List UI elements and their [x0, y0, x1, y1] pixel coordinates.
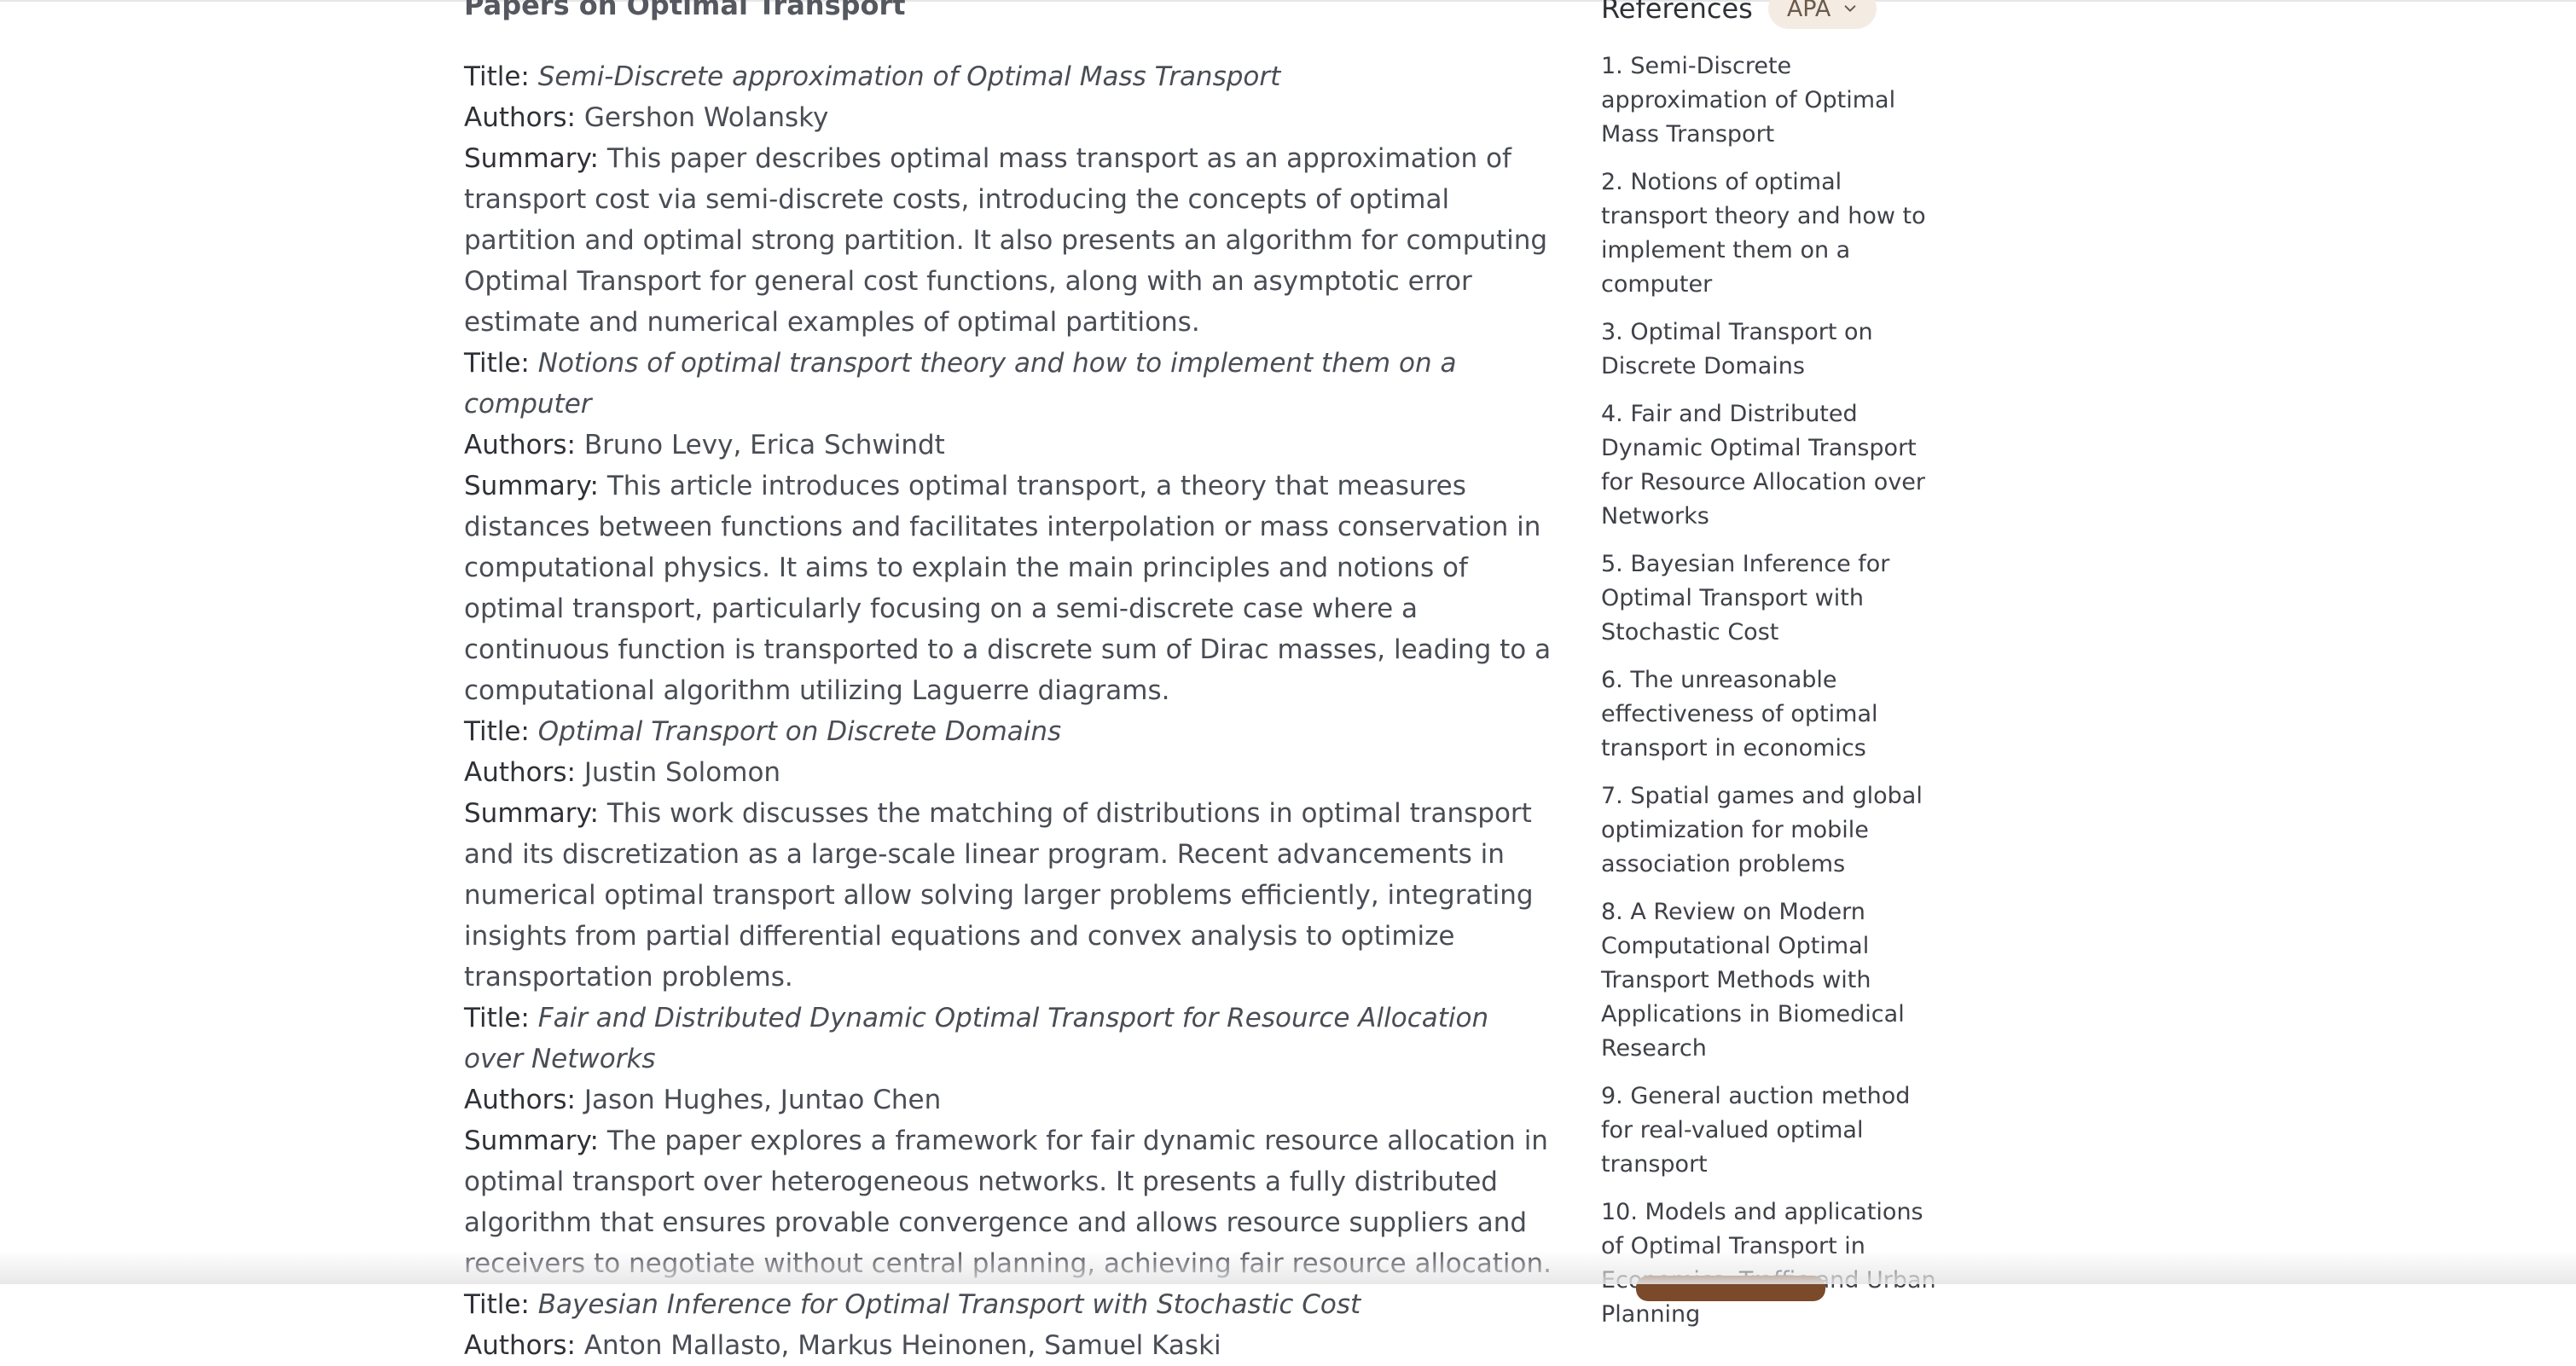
paper-entry: Title: Notions of optimal transport theo…: [464, 343, 1556, 711]
paper-entry: Title: Bayesian Inference for Optimal Tr…: [464, 1284, 1556, 1366]
paper-authors: Bruno Levy, Erica Schwindt: [583, 430, 945, 460]
reference-item[interactable]: 5. Bayesian Inference for Optimal Transp…: [1601, 547, 1947, 650]
authors-label: Authors:: [464, 1085, 576, 1115]
main-content: Papers on Optimal Transport Title: Semi-…: [464, 0, 1556, 1366]
authors-label: Authors:: [464, 757, 576, 788]
paper-authors-line: Authors: Anton Mallasto, Markus Heinonen…: [464, 1325, 1556, 1366]
paper-summary: This paper describes optimal mass transp…: [464, 143, 1548, 338]
paper-authors-line: Authors: Gershon Wolansky: [464, 97, 1556, 138]
reference-item[interactable]: 10. Models and applications of Optimal T…: [1601, 1195, 1947, 1332]
references-panel: References APA 1. Semi-Discrete approxim…: [1601, 0, 1947, 1346]
chevron-down-icon: [1844, 5, 1856, 12]
title-label: Title:: [464, 1289, 530, 1320]
reference-item[interactable]: 3. Optimal Transport on Discrete Domains: [1601, 315, 1947, 384]
paper-summary: This work discusses the matching of dist…: [464, 798, 1534, 993]
paper-authors-line: Authors: Justin Solomon: [464, 752, 1556, 793]
citation-style-value: APA: [1786, 0, 1831, 22]
paper-title-line: Title: Optimal Transport on Discrete Dom…: [464, 711, 1556, 752]
paper-summary: The paper explores a framework for fair …: [464, 1126, 1552, 1279]
paper-entry: Title: Fair and Distributed Dynamic Opti…: [464, 998, 1556, 1284]
citation-style-select[interactable]: APA: [1767, 0, 1877, 29]
paper-title: Bayesian Inference for Optimal Transport…: [537, 1289, 1361, 1320]
section-heading: Papers on Optimal Transport: [464, 0, 906, 21]
paper-authors-line: Authors: Jason Hughes, Juntao Chen: [464, 1079, 1556, 1120]
summary-label: Summary:: [464, 143, 599, 174]
paper-title-line: Title: Semi-Discrete approximation of Op…: [464, 56, 1556, 97]
paper-title: Semi-Discrete approximation of Optimal M…: [537, 61, 1281, 92]
reference-item[interactable]: 9. General auction method for real-value…: [1601, 1079, 1947, 1182]
title-label: Title:: [464, 1003, 530, 1033]
paper-summary: This article introduces optimal transpor…: [464, 471, 1552, 706]
summary-label: Summary:: [464, 1126, 599, 1156]
papers-list: Title: Semi-Discrete approximation of Op…: [464, 56, 1556, 1366]
paper-title-line: Title: Fair and Distributed Dynamic Opti…: [464, 998, 1556, 1079]
paper-authors: Anton Mallasto, Markus Heinonen, Samuel …: [583, 1330, 1221, 1361]
reference-item[interactable]: 1. Semi-Discrete approximation of Optima…: [1601, 49, 1947, 152]
paper-title: Fair and Distributed Dynamic Optimal Tra…: [464, 1003, 1489, 1074]
paper-summary-line: Summary: The paper explores a framework …: [464, 1120, 1556, 1284]
paper-entry: Title: Semi-Discrete approximation of Op…: [464, 56, 1556, 343]
paper-title: Optimal Transport on Discrete Domains: [537, 716, 1062, 747]
reference-item[interactable]: 8. A Review on Modern Computational Opti…: [1601, 895, 1947, 1066]
paper-entry: Title: Optimal Transport on Discrete Dom…: [464, 711, 1556, 998]
paper-title-line: Title: Bayesian Inference for Optimal Tr…: [464, 1284, 1556, 1325]
summary-label: Summary:: [464, 798, 599, 829]
title-label: Title:: [464, 716, 530, 747]
paper-authors-line: Authors: Bruno Levy, Erica Schwindt: [464, 425, 1556, 466]
authors-label: Authors:: [464, 430, 576, 460]
references-header: References APA: [1601, 0, 1947, 29]
paper-authors: Gershon Wolansky: [583, 102, 829, 133]
paper-authors: Justin Solomon: [583, 757, 781, 788]
paper-authors: Jason Hughes, Juntao Chen: [583, 1085, 942, 1115]
bottom-action-button[interactable]: [1636, 1276, 1825, 1301]
paper-title: Notions of optimal transport theory and …: [464, 348, 1457, 420]
authors-label: Authors:: [464, 102, 576, 133]
title-label: Title:: [464, 61, 530, 92]
paper-summary-line: Summary: This paper describes optimal ma…: [464, 138, 1556, 343]
reference-item[interactable]: 4. Fair and Distributed Dynamic Optimal …: [1601, 397, 1947, 534]
title-label: Title:: [464, 348, 530, 379]
reference-item[interactable]: 6. The unreasonable effectiveness of opt…: [1601, 663, 1947, 766]
paper-summary-line: Summary: This work discusses the matchin…: [464, 793, 1556, 998]
summary-label: Summary:: [464, 471, 599, 501]
authors-label: Authors:: [464, 1330, 576, 1361]
reference-item[interactable]: 2. Notions of optimal transport theory a…: [1601, 165, 1947, 302]
paper-summary-line: Summary: This article introduces optimal…: [464, 466, 1556, 711]
paper-title-line: Title: Notions of optimal transport theo…: [464, 343, 1556, 425]
references-list: 1. Semi-Discrete approximation of Optima…: [1601, 49, 1947, 1332]
references-title: References: [1601, 0, 1753, 25]
reference-item[interactable]: 7. Spatial games and global optimization…: [1601, 779, 1947, 882]
